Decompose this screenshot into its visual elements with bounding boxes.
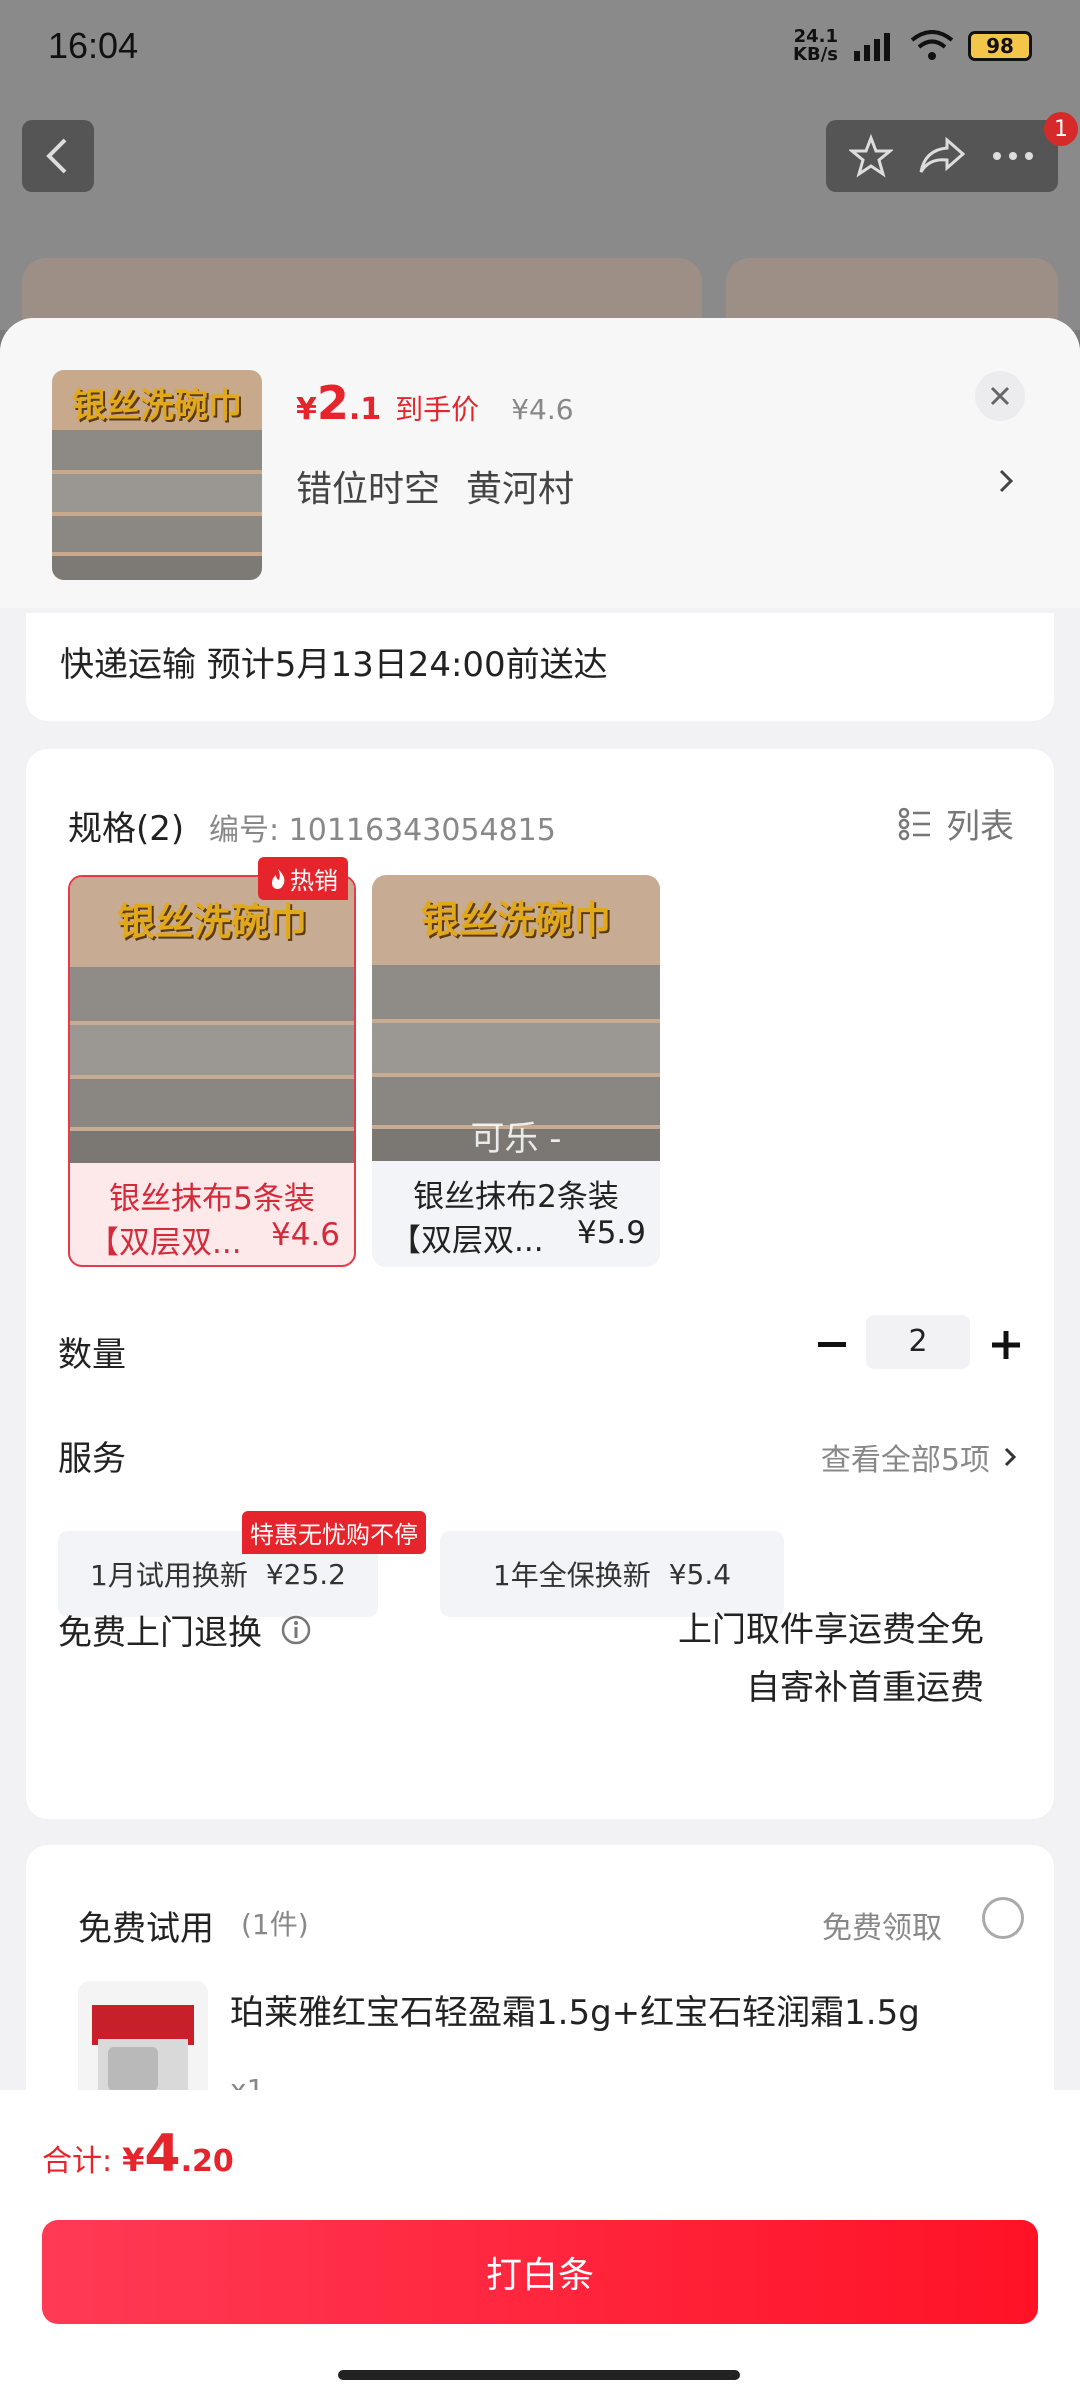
option-subname: 【双层双... [88,1225,242,1261]
option-price: ¥4.6 [270,1217,340,1253]
original-price: ¥4.6 [511,393,574,426]
total-amount: ¥4.20 [122,2124,234,2184]
quantity-increase-button[interactable] [984,1315,1028,1375]
option-image-title: 银丝洗碗巾 [420,898,611,942]
nav-actions: 1 [826,112,1078,192]
flame-icon [272,868,285,889]
price-tag: 到手价 [395,393,480,426]
option-image: 银丝洗碗巾 可乐 - [372,875,660,1161]
checkout-footer: 合计: ¥4.20 打白条 [0,2090,1080,2400]
option-detail: 【双层双... ¥5.9 [390,1215,646,1260]
option-name: 银丝抹布5条装 [109,1181,315,1217]
pay-button[interactable]: 打白条 [42,2220,1038,2324]
list-icon [898,807,930,840]
list-label: 列表 [946,807,1014,847]
selected-variant[interactable]: 错位时空 黄河村 [296,460,574,512]
signal-icon [854,33,890,61]
trial-claim-label: 免费领取 [822,1911,942,1946]
product-code: 编号: 10116343054815 [209,813,556,848]
option-detail: 【双层双... ¥4.6 [88,1217,340,1262]
info-icon[interactable] [280,1614,312,1646]
back-icon [46,138,67,174]
free-return-label: 免费上门退换 [58,1605,312,1654]
share-icon[interactable] [919,136,965,176]
price-row: ¥2.1 到手价 ¥4.6 [296,376,574,430]
service-promo-badge: 特惠无忧购不停 [242,1511,426,1554]
battery-icon: 98 [968,31,1032,61]
quantity-decrease-button[interactable] [810,1315,854,1375]
status-icons: 24.1 KB/s 98 [793,28,1032,64]
sheet-header: 银丝洗碗巾 ¥2.1 到手价 ¥4.6 错位时空 黄河村 [0,318,1080,608]
return-details: 上门取件享运费全免 自寄补首重运费 [678,1610,984,1708]
top-nav: 1 [22,112,1078,192]
back-button[interactable] [22,120,94,192]
total-label: 合计: [42,2144,113,2179]
plus-icon [992,1331,1020,1359]
quantity-label: 数量 [58,1335,126,1375]
variant-b: 黄河村 [466,469,575,510]
shipping-text: 快递运输 预计5月13日24:00前送达 [60,645,608,685]
wifi-icon [910,30,954,60]
quantity-input[interactable]: 2 [866,1315,970,1369]
trial-claim-radio[interactable] [982,1897,1024,1939]
view-all-services[interactable]: 查看全部5项 [821,1435,1016,1479]
spec-title: 规格(2) [68,809,185,849]
total-price: 合计: ¥4.20 [42,2124,234,2184]
more-icon[interactable] [991,150,1035,162]
sku-sheet: 银丝洗碗巾 ¥2.1 到手价 ¥4.6 错位时空 黄河村 快递运输 预计5月13… [0,318,1080,2400]
trial-title: 免费试用 [78,1909,214,1949]
spec-card: 规格(2) 编号: 10116343054815 列表 银丝洗碗巾 银丝抹布5条… [26,749,1054,1819]
spec-option-1[interactable]: 银丝洗碗巾 银丝抹布5条装 【双层双... ¥4.6 [68,875,356,1267]
chevron-right-icon [1004,1447,1016,1467]
trial-product-name: 珀莱雅红宝石轻盈霜1.5g+红宝石轻润霜1.5g [230,1993,920,2033]
final-price: ¥2.1 [296,376,382,430]
thumbnail-title: 银丝洗碗巾 [72,386,242,426]
close-icon [990,386,1010,406]
product-thumbnail: 银丝洗碗巾 [52,370,262,580]
option-price: ¥5.9 [576,1215,646,1251]
status-bar: 16:04 24.1 KB/s 98 [0,0,1080,92]
spec-option-2[interactable]: 银丝洗碗巾 可乐 - 银丝抹布2条装 【双层双... ¥5.9 [372,875,660,1267]
option-image: 银丝洗碗巾 [70,877,354,1163]
watermark-text: 可乐 - [470,1119,562,1159]
option-name: 银丝抹布2条装 [413,1179,619,1215]
close-button[interactable] [975,371,1025,421]
net-speed: 24.1 KB/s [793,26,838,65]
shipping-card: 快递运输 预计5月13日24:00前送达 [26,613,1054,721]
option-subname: 【双层双... [390,1223,544,1259]
chevron-right-icon[interactable] [998,468,1014,494]
variant-a: 错位时空 [296,469,441,510]
minus-icon [818,1342,846,1347]
hot-sale-badge: 热销 [258,857,348,900]
trial-count: (1件) [241,1908,309,1941]
service-label: 服务 [58,1439,126,1479]
status-time: 16:04 [48,25,139,66]
notification-badge: 1 [1044,112,1078,146]
list-view-toggle[interactable]: 列表 [898,799,1014,848]
home-indicator[interactable] [338,2370,740,2380]
star-icon[interactable] [849,134,893,178]
